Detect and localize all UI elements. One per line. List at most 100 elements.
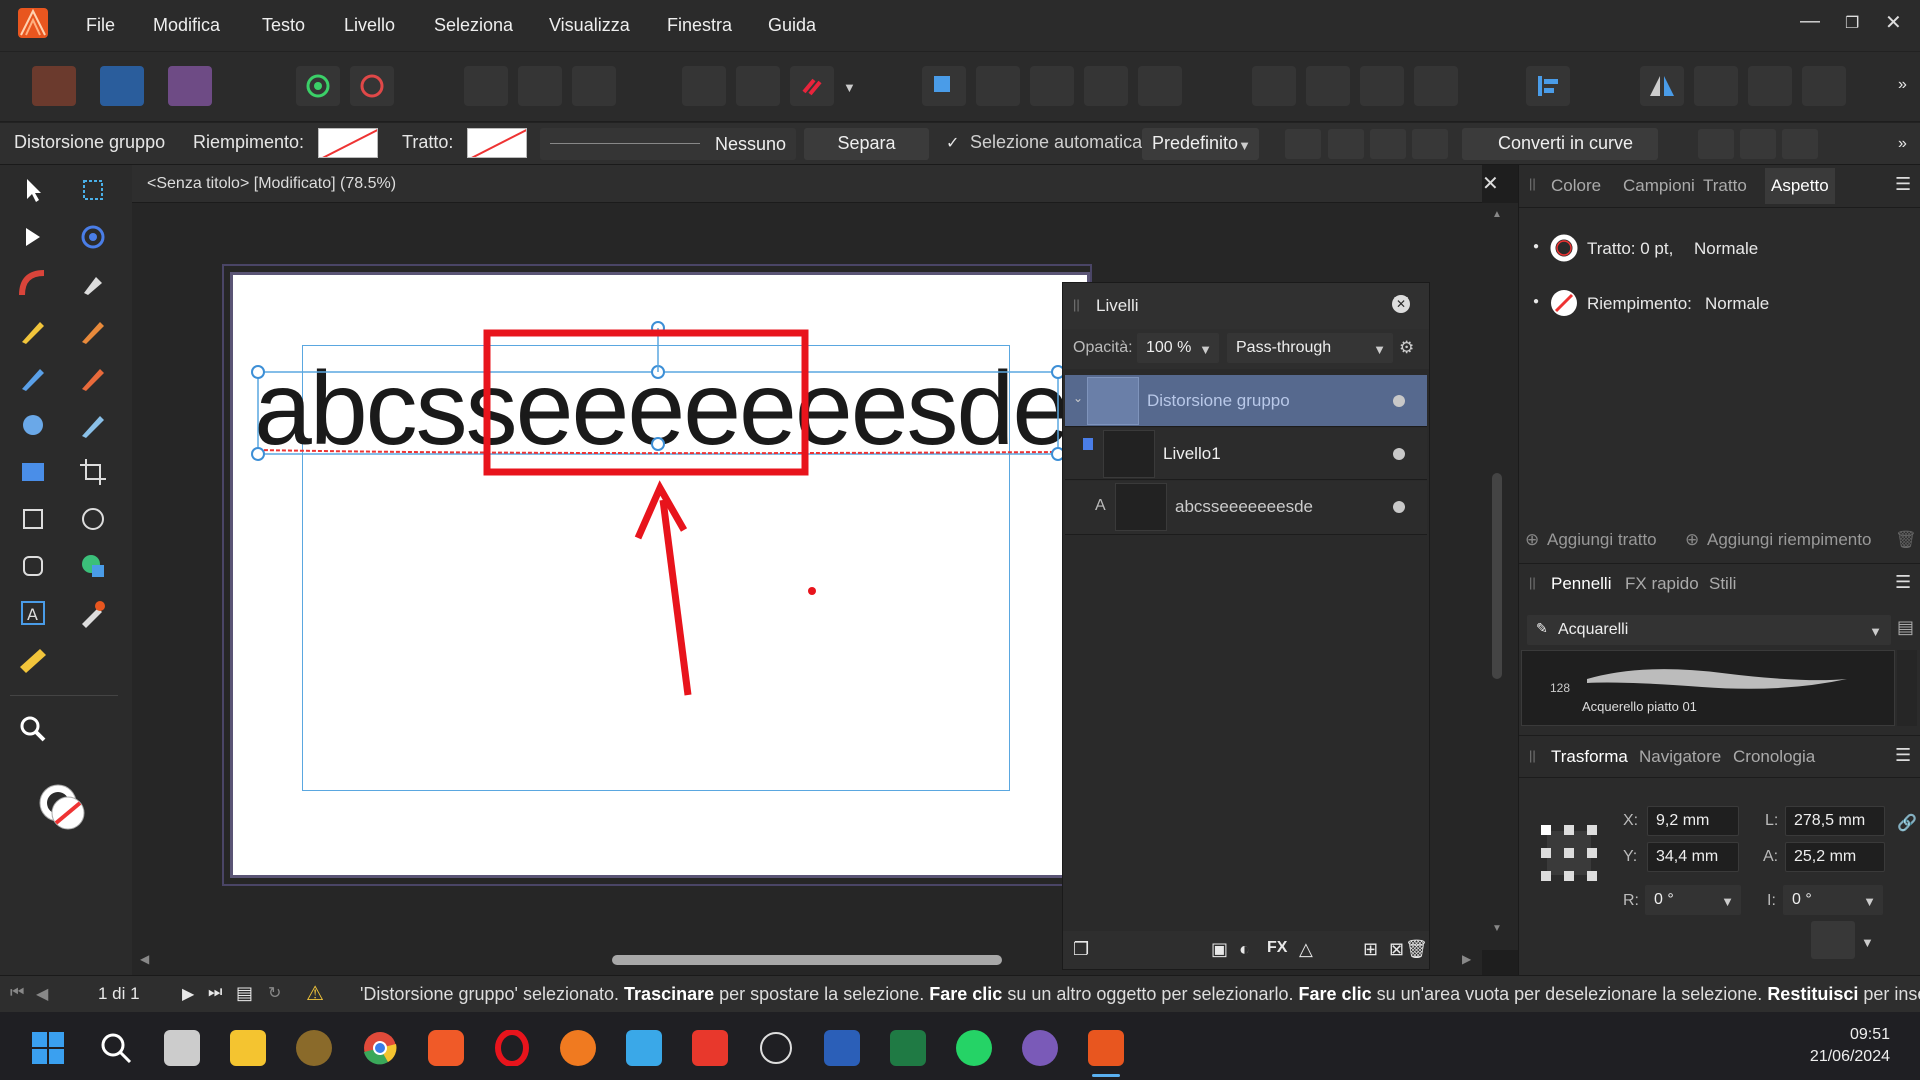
arrange-back-icon[interactable] [1252,66,1296,106]
brush-list-icon[interactable]: ▤ [1897,617,1914,638]
fill-swatch[interactable] [318,128,378,158]
align-right-ctx-icon[interactable] [1782,129,1818,159]
bounding-box-icon[interactable] [1328,129,1364,159]
opera-icon[interactable] [494,1030,530,1066]
lock-ratio-icon[interactable]: 🔗 [1897,813,1917,833]
search-icon[interactable] [98,1030,134,1066]
layer-row-distorsione[interactable]: ⌄ Distorsione gruppo [1065,375,1427,427]
word-icon[interactable] [824,1030,860,1066]
layer-copy-icon[interactable]: ❐ [1073,939,1089,960]
menu-visualizza[interactable]: Visualizza [549,15,630,36]
tab-pennelli[interactable]: Pennelli [1551,574,1612,594]
next-page-icon[interactable]: ▶ [182,984,194,1004]
menu-finestra[interactable]: Finestra [667,15,732,36]
fill-none-icon[interactable] [1549,288,1579,318]
notepad-icon[interactable] [626,1030,662,1066]
layer-visibility-toggle[interactable] [1393,448,1405,460]
rotate-left-icon[interactable] [1748,66,1792,106]
fx-icon[interactable]: FX [1267,939,1287,957]
add-stroke-button[interactable]: Aggiungi tratto [1547,530,1657,550]
panel-menu-icon[interactable]: ☰ [1895,572,1911,593]
vector-brush-tool-icon[interactable] [76,314,110,348]
fill-info[interactable]: Riempimento: [1587,294,1692,314]
auto-select-checkbox[interactable]: ✓ [946,133,959,153]
rotation-field[interactable]: 0 ° ▼ [1645,885,1741,915]
group-icon[interactable]: ⊠ [1389,939,1404,960]
corner-tool-icon[interactable] [16,267,50,301]
artboard-tool-icon[interactable] [76,173,110,207]
snapping-dropdown-icon[interactable]: ▼ [843,80,856,95]
document-info-icon[interactable]: ▤ [236,983,253,1004]
tab-trasforma[interactable]: Trasforma [1551,747,1628,767]
paint-brush-tool-icon[interactable] [76,361,110,395]
last-page-icon[interactable]: ⏭ [208,984,222,1002]
vertical-scroll-thumb[interactable] [1492,473,1502,679]
layer-row-livello1[interactable]: Livello1 [1065,428,1427,480]
affinity-designer-taskbar-icon[interactable] [1088,1030,1124,1066]
flip-horizontal-icon[interactable] [1640,66,1684,106]
expand-chevron-icon[interactable]: ⌄ [1073,391,1083,405]
rounded-rectangle-tool-icon[interactable] [16,549,50,583]
designer-persona-icon[interactable] [32,66,76,106]
erase-brush-tool-icon[interactable] [76,408,110,442]
auto-select-dropdown[interactable]: Predefinito ▼ [1142,128,1259,160]
settings-gear-icon[interactable] [296,66,340,106]
move-tool-icon[interactable] [16,173,50,207]
mask-layer-icon[interactable]: ▣ [1211,939,1228,960]
align-handles-icon[interactable] [1370,129,1406,159]
live-filter-icon[interactable]: △ [1299,939,1313,960]
pencil-tool-icon[interactable] [16,314,50,348]
firefox-icon[interactable] [560,1030,596,1066]
layer-visibility-toggle[interactable] [1393,501,1405,513]
tab-fx-rapido[interactable]: FX rapido [1625,574,1699,594]
fill-mode[interactable]: Normale [1705,294,1769,314]
affinity-designer-logo-icon[interactable] [18,8,48,38]
deselect-icon[interactable] [518,66,562,106]
boolean-subtract-icon[interactable] [976,66,1020,106]
y-field[interactable]: 34,4 mm [1647,842,1739,872]
panel-grip-icon[interactable]: || [1529,575,1536,590]
horizontal-scroll-thumb[interactable] [612,955,1002,965]
fill-stroke-swatch-icon[interactable] [34,775,94,835]
pixel-persona-icon[interactable] [100,66,144,106]
crop-tool-icon[interactable] [76,455,110,489]
measure-tool-icon[interactable] [16,643,50,677]
stroke-mode[interactable]: Normale [1694,239,1758,259]
align-center-ctx-icon[interactable] [1740,129,1776,159]
close-panel-icon[interactable]: ✕ [1392,295,1410,313]
arrange-front-icon[interactable] [1414,66,1458,106]
shape-tool-icon[interactable] [76,549,110,583]
brush-scrollbar[interactable] [1897,650,1917,726]
scroll-down-icon[interactable]: ▼ [1492,923,1502,934]
opacity-field[interactable]: 100 % ▼ [1137,333,1219,363]
rotate-right-icon[interactable] [1802,66,1846,106]
stroke-info[interactable]: Tratto: 0 pt, [1587,239,1673,259]
height-field[interactable]: 25,2 mm [1785,842,1885,872]
grid-handles-icon[interactable] [1412,129,1448,159]
menu-guida[interactable]: Guida [768,15,816,36]
snapping-magnet-icon[interactable] [790,66,834,106]
toolbar-overflow-icon[interactable]: » [1898,76,1907,94]
task-view-icon[interactable] [164,1030,200,1066]
brush-preview[interactable]: 128 Acquerello piatto 01 [1521,650,1895,726]
prev-page-icon[interactable]: ◀ [36,984,48,1004]
menu-testo[interactable]: Testo [262,15,305,36]
scroll-up-icon[interactable]: ▲ [1492,209,1502,220]
chevron-down-icon[interactable]: ▼ [1861,935,1874,950]
fill-tool-icon[interactable] [16,361,50,395]
scroll-left-icon[interactable]: ◀ [140,952,149,966]
windows-start-icon[interactable] [30,1030,66,1066]
add-fill-button[interactable]: Aggiungi riempimento [1707,530,1871,550]
document-tab[interactable]: <Senza titolo> [Modificato] (78.5%) ✕ [132,165,1499,203]
add-shape-icon[interactable] [922,66,966,106]
brush-category-dropdown[interactable]: Acquarelli ✎ ▼ [1527,615,1891,645]
align-left-ctx-icon[interactable] [1698,129,1734,159]
close-document-icon[interactable]: ✕ [1482,171,1499,196]
layers-panel-header[interactable]: || Livelli ☰ ✕ [1063,283,1429,329]
separate-button[interactable]: Separa [804,128,929,160]
menu-file[interactable]: File [86,15,115,36]
stroke-style-selector[interactable]: Nessuno [540,128,796,160]
boolean-xor-icon[interactable] [1084,66,1128,106]
tab-stili[interactable]: Stili [1709,574,1736,594]
close-window-icon[interactable]: ✕ [1885,10,1902,35]
